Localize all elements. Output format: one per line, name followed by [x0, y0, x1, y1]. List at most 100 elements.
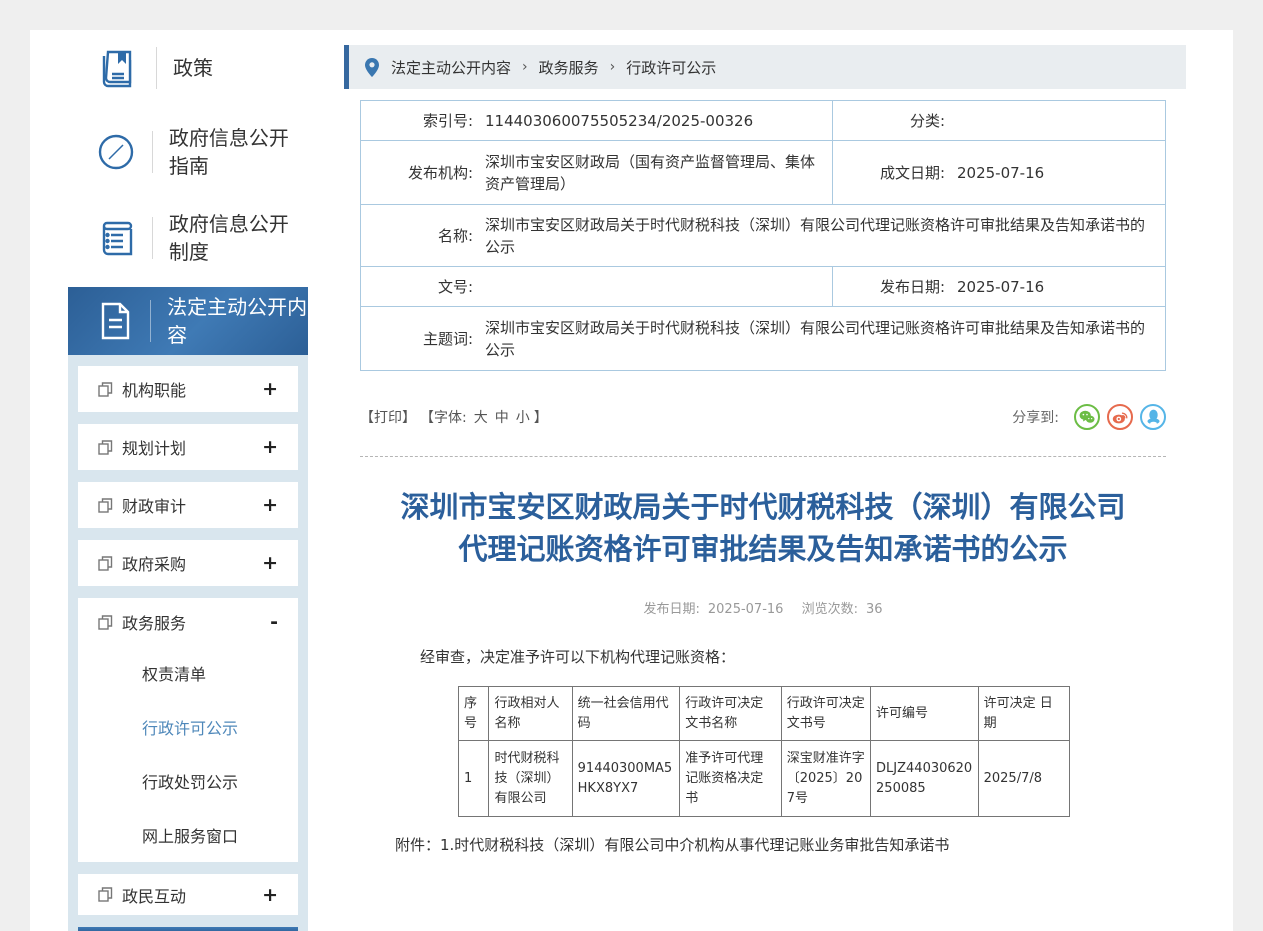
col-header-seq: 序号 — [459, 687, 489, 741]
publish-date-label: 发布日期: — [833, 276, 945, 297]
doc-name-label: 名称: — [361, 225, 473, 246]
font-small-button[interactable]: 小 — [516, 407, 530, 427]
sidebar-item-gov-services[interactable]: 政务服务 - — [78, 598, 298, 646]
date-written-label: 成文日期: — [833, 162, 945, 183]
cell-party-name: 时代财税科技（深圳）有限公司 — [489, 741, 572, 817]
agency-value: 深圳市宝安区财政局（国有资产监督管理局、集体资产管理局） — [473, 143, 832, 203]
views-caption: 浏览次数: — [802, 602, 858, 617]
book-icon — [94, 48, 142, 88]
breadcrumb-current[interactable]: 行政许可公示 — [626, 57, 716, 78]
col-header-party-name: 行政相对人名称 — [489, 687, 572, 741]
collapse-icon[interactable]: - — [270, 611, 278, 633]
keywords-label: 主题词: — [361, 328, 473, 349]
sidebar-subitem-online-service[interactable]: 网上服务窗口 — [78, 808, 298, 862]
pages-icon — [98, 556, 113, 571]
menu-label: 政务服务 — [122, 610, 186, 634]
views-count: 36 — [866, 602, 883, 617]
expand-icon[interactable]: + — [262, 884, 278, 906]
expand-icon[interactable]: + — [262, 378, 278, 400]
pages-icon — [98, 887, 113, 902]
category-label: 分类: — [833, 110, 945, 131]
breadcrumb: 法定主动公开内容 › 政务服务 › 行政许可公示 — [344, 45, 1186, 89]
compass-icon — [94, 130, 138, 174]
keywords-value: 深圳市宝安区财政局关于时代财税科技（深圳）有限公司代理记账资格许可审批结果及告知… — [473, 309, 1165, 369]
cell-decision-date: 2025/7/8 — [978, 741, 1069, 817]
page: 政策 政府信息公开指南 政府信息公开制度 — [0, 0, 1263, 931]
font-medium-button[interactable]: 中 — [495, 407, 509, 427]
date-written-value: 2025-07-16 — [945, 154, 1165, 192]
expand-icon[interactable]: + — [262, 494, 278, 516]
breadcrumb-link-statutory[interactable]: 法定主动公开内容 — [391, 57, 511, 78]
document-icon — [94, 300, 136, 342]
sidebar-item-statutory-disclosure[interactable]: 法定主动公开内容 — [68, 287, 308, 355]
main-content: 法定主动公开内容 › 政务服务 › 行政许可公示 索引号: 1144030600… — [344, 0, 1186, 931]
sidebar-item-info-system[interactable]: 政府信息公开制度 — [68, 203, 308, 273]
sidebar-subitem-duty-list[interactable]: 权责清单 — [78, 646, 298, 700]
sidebar-item-finance-audit[interactable]: 财政审计 + — [78, 482, 298, 528]
breadcrumb-separator: › — [599, 59, 627, 75]
weibo-share-icon[interactable] — [1107, 404, 1133, 430]
divider — [150, 300, 151, 342]
col-header-decision-doc-no: 行政许可决定文书号 — [781, 687, 870, 741]
publish-date: 2025-07-16 — [708, 602, 784, 617]
font-large-button[interactable]: 大 — [474, 407, 488, 427]
breadcrumb-link-gov-services[interactable]: 政务服务 — [539, 57, 599, 78]
sidebar: 政策 政府信息公开指南 政府信息公开制度 — [68, 35, 308, 931]
sidebar-item-label: 政策 — [173, 54, 213, 82]
cell-seq: 1 — [459, 741, 489, 817]
wechat-share-icon[interactable] — [1074, 404, 1100, 430]
share-label: 分享到: — [1012, 407, 1059, 427]
index-number-value: 114403060075505234/2025-00326 — [473, 102, 832, 140]
sidebar-item-policy[interactable]: 政策 — [68, 35, 308, 101]
divider — [156, 47, 157, 89]
document-meta-table: 索引号: 114403060075505234/2025-00326 分类: 发… — [360, 100, 1166, 371]
location-pin-icon — [365, 58, 379, 77]
sidebar-subitem-admin-penalty[interactable]: 行政处罚公示 — [78, 754, 298, 808]
col-header-credit-code: 统一社会信用代码 — [572, 687, 680, 741]
font-size-label-close: 】 — [534, 407, 548, 427]
article-title: 深圳市宝安区财政局关于时代财税科技（深圳）有限公司 代理记账资格许可审批结果及告… — [360, 486, 1166, 570]
sidebar-item-label: 政府信息公开指南 — [169, 124, 308, 180]
menu-label: 政民互动 — [122, 883, 186, 907]
expand-icon[interactable]: + — [262, 436, 278, 458]
sidebar-item-gov-procurement[interactable]: 政府采购 + — [78, 540, 298, 586]
expand-icon[interactable]: + — [262, 552, 278, 574]
sidebar-item-public-interaction[interactable]: 政民互动 + — [78, 874, 298, 915]
sidebar-item-info-guide[interactable]: 政府信息公开指南 — [68, 116, 308, 188]
notebook-icon — [94, 218, 138, 258]
agency-label: 发布机构: — [361, 162, 473, 183]
cell-decision-doc-no: 深宝财准许字〔2025〕207号 — [781, 741, 870, 817]
article-title-line1: 深圳市宝安区财政局关于时代财税科技（深圳）有限公司 — [400, 490, 1125, 524]
menu-label: 机构职能 — [122, 377, 186, 401]
qq-share-icon[interactable] — [1140, 404, 1166, 430]
pages-icon — [98, 440, 113, 455]
doc-number-label: 文号: — [361, 276, 473, 297]
article-intro: 经审查，决定准予许可以下机构代理记账资格： — [420, 646, 735, 667]
article-meta: 发布日期: 2025-07-16 浏览次数: 36 — [360, 598, 1166, 617]
sidebar-accordion-panel: 机构职能 + 规划计划 + 财政审计 + — [68, 355, 308, 931]
publish-date-caption: 发布日期: — [643, 602, 699, 617]
menu-label: 政府采购 — [122, 551, 186, 575]
attachment-line: 附件：1.时代财税科技（深圳）有限公司中介机构从事代理记账业务审批告知承诺书 — [395, 834, 949, 855]
sidebar-subitem-admin-license[interactable]: 行政许可公示 — [78, 700, 298, 754]
doc-name-value: 深圳市宝安区财政局关于时代财税科技（深圳）有限公司代理记账资格许可审批结果及告知… — [473, 206, 1165, 266]
font-size-label: 【字体: — [420, 407, 467, 427]
print-button[interactable]: 【打印】 — [360, 407, 416, 427]
col-header-decision-doc-name: 行政许可决定文书名称 — [680, 687, 781, 741]
col-header-decision-date: 许可决定 日期 — [978, 687, 1069, 741]
pages-icon — [98, 498, 113, 513]
table-row: 1 时代财税科技（深圳）有限公司 91440300MA5HKX8YX7 准予许可… — [459, 741, 1070, 817]
cell-license-no: DLJZ44030620250085 — [871, 741, 979, 817]
sidebar-item-label: 法定主动公开内容 — [167, 293, 308, 349]
pages-icon — [98, 382, 113, 397]
pages-icon — [98, 615, 113, 630]
divider — [152, 131, 153, 173]
sidebar-item-org-functions[interactable]: 机构职能 + — [78, 366, 298, 412]
index-number-label: 索引号: — [361, 110, 473, 131]
col-header-license-no: 许可编号 — [871, 687, 979, 741]
cell-credit-code: 91440300MA5HKX8YX7 — [572, 741, 680, 817]
article-title-line2: 代理记账资格许可审批结果及告知承诺书的公示 — [458, 532, 1067, 566]
cell-decision-doc-name: 准予许可代理记账资格决定书 — [680, 741, 781, 817]
sidebar-item-planning[interactable]: 规划计划 + — [78, 424, 298, 470]
sidebar-next-card-partial — [78, 927, 298, 931]
